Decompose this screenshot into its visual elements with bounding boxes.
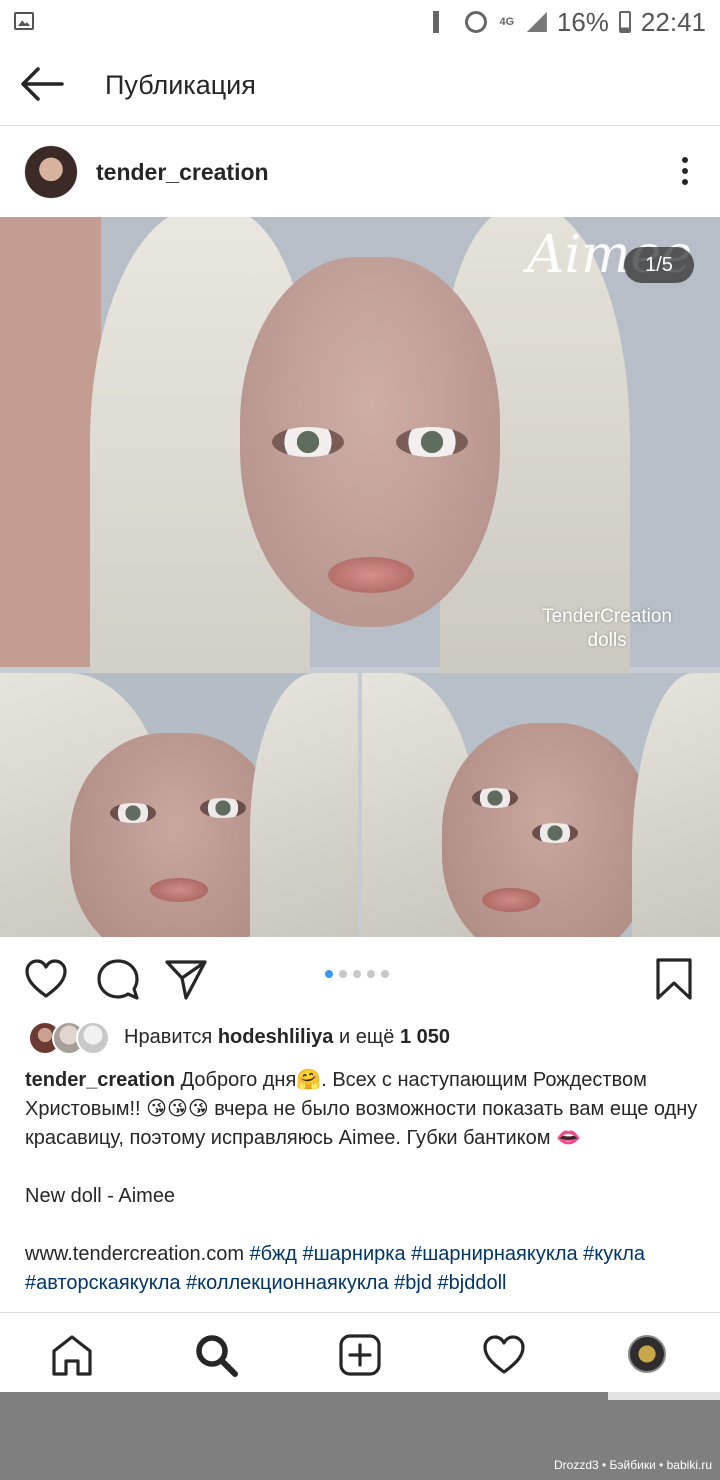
new-post-icon[interactable] xyxy=(338,1333,382,1377)
clock: 22:41 xyxy=(640,6,706,37)
more-options-icon[interactable] xyxy=(680,157,690,187)
search-icon[interactable] xyxy=(194,1333,238,1377)
network-type: 4G xyxy=(499,15,515,28)
home-icon[interactable] xyxy=(50,1333,94,1377)
watermark-text: Drozzd3 • Бэйбики • babiki.ru xyxy=(553,1458,712,1472)
bottom-navigation xyxy=(0,1312,720,1392)
likes-count[interactable]: 1 050 xyxy=(400,1026,450,1048)
post-header: tender_creation xyxy=(0,127,720,217)
gallery-notification-icon xyxy=(14,12,34,30)
post-caption: tender_creation Доброго дня🤗. Всех с нас… xyxy=(25,1066,705,1298)
profile-avatar[interactable] xyxy=(628,1335,666,1373)
caption-username[interactable]: tender_creation xyxy=(25,1069,175,1091)
share-send-icon[interactable] xyxy=(164,957,208,1001)
battery-icon xyxy=(618,11,631,33)
status-icons: 4G 16% 22:41 xyxy=(432,6,706,38)
like-heart-icon[interactable] xyxy=(24,957,68,1001)
photo-thumb-right xyxy=(362,673,720,937)
battery-percent: 16% xyxy=(556,6,609,37)
liker-avatars xyxy=(28,1021,110,1055)
comment-icon[interactable] xyxy=(96,957,140,1001)
author-avatar[interactable] xyxy=(24,145,78,199)
caption-doll-name: New doll - Aimee xyxy=(25,1185,176,1207)
carousel-dot xyxy=(367,970,375,978)
avatar xyxy=(76,1021,110,1055)
photo-counter-badge: 1/5 xyxy=(624,247,694,283)
carousel-indicator xyxy=(325,970,389,978)
navigation-bar-area: Drozzd3 • Бэйбики • babiki.ru xyxy=(0,1392,720,1480)
top-bar: Публикация xyxy=(0,44,720,126)
photo-main-portrait: Aimee TenderCreation dolls 1/5 xyxy=(0,217,720,677)
likes-row[interactable]: Нравится hodeshliliya и ещё 1 050 xyxy=(0,1017,720,1061)
alarm-icon xyxy=(464,11,487,33)
carousel-dot xyxy=(381,970,389,978)
likes-text: Нравится hodeshliliya и ещё 1 050 xyxy=(124,1026,451,1048)
signal-icon xyxy=(526,12,547,32)
carousel-dot xyxy=(353,970,361,978)
photo-thumb-left xyxy=(0,673,358,937)
carousel-dot xyxy=(325,970,333,978)
photo-watermark-text: TenderCreation dolls xyxy=(542,606,672,651)
post-photo[interactable]: Aimee TenderCreation dolls 1/5 xyxy=(0,217,720,937)
carousel-dot xyxy=(339,970,347,978)
page-title: Публикация xyxy=(105,70,256,100)
caption-clip: tender_creation Доброго дня🤗. Всех с нас… xyxy=(0,1066,720,1312)
liker-username[interactable]: hodeshliliya xyxy=(218,1026,334,1048)
bookmark-save-icon[interactable] xyxy=(652,957,696,1001)
back-arrow-icon[interactable] xyxy=(20,66,64,102)
status-bar: 4G 16% 22:41 xyxy=(0,0,720,44)
author-username[interactable]: tender_creation xyxy=(96,159,269,186)
activity-heart-icon[interactable] xyxy=(482,1333,526,1377)
mute-icon xyxy=(432,11,455,33)
caption-website: www.tendercreation.com xyxy=(25,1243,244,1265)
